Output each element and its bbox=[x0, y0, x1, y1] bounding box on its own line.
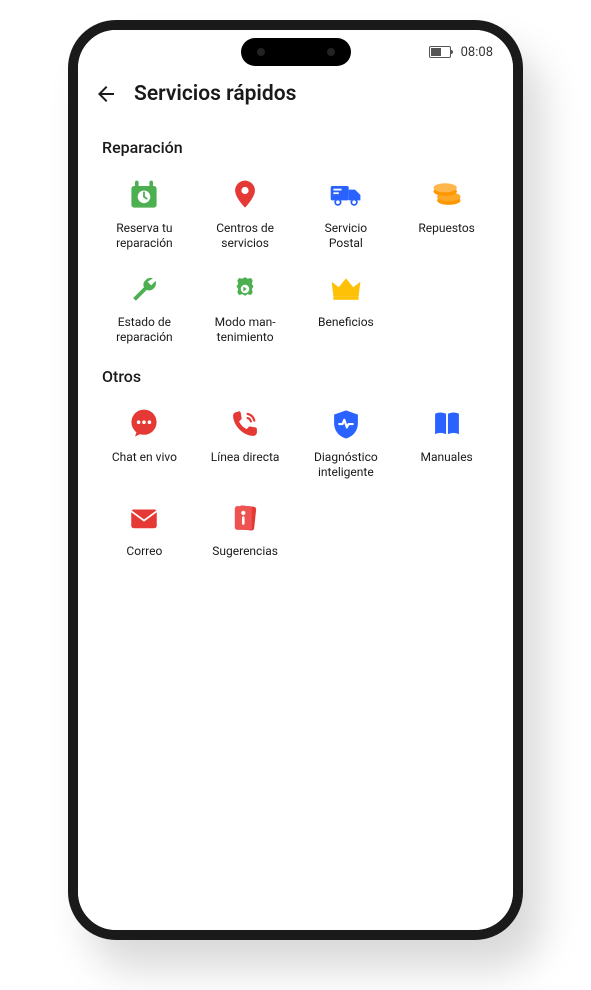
tile-label: Estado de reparación bbox=[116, 315, 173, 345]
tile-label: Manuales bbox=[421, 450, 473, 465]
tile-label: Modo man- tenimiento bbox=[215, 315, 276, 345]
truck-icon bbox=[326, 175, 366, 215]
service-centers-tile[interactable]: Centros de servicios bbox=[195, 175, 296, 251]
chat-bubble-icon bbox=[124, 404, 164, 444]
spare-parts-tile[interactable]: Repuestos bbox=[396, 175, 497, 251]
section-title-others: Otros bbox=[94, 353, 497, 404]
manuals-tile[interactable]: Manuales bbox=[396, 404, 497, 480]
location-pin-icon bbox=[225, 175, 265, 215]
tile-label: Correo bbox=[126, 544, 162, 559]
page-title: Servicios rápidos bbox=[134, 82, 296, 106]
coins-icon bbox=[427, 175, 467, 215]
tile-label: Reserva tu reparación bbox=[116, 221, 173, 251]
email-tile[interactable]: Correo bbox=[94, 498, 195, 559]
mail-icon bbox=[124, 498, 164, 538]
smart-diagnosis-tile[interactable]: Diagnóstico inteligente bbox=[296, 404, 397, 480]
gear-icon bbox=[225, 269, 265, 309]
battery-icon bbox=[429, 46, 453, 58]
header: Servicios rápidos bbox=[94, 76, 497, 124]
tile-label: Beneficios bbox=[318, 315, 374, 330]
section-title-repair: Reparación bbox=[94, 124, 497, 175]
back-button[interactable] bbox=[94, 82, 118, 106]
maintenance-mode-tile[interactable]: Modo man- tenimiento bbox=[195, 269, 296, 345]
repair-grid: Reserva tu reparación Centros de servici… bbox=[94, 175, 497, 353]
shield-pulse-icon bbox=[326, 404, 366, 444]
reserve-repair-tile[interactable]: Reserva tu reparación bbox=[94, 175, 195, 251]
statusbar-time: 08:08 bbox=[461, 45, 493, 60]
benefits-tile[interactable]: Beneficios bbox=[296, 269, 397, 345]
tile-label: Chat en vivo bbox=[112, 450, 177, 465]
tile-label: Línea directa bbox=[211, 450, 280, 465]
calendar-clock-icon bbox=[124, 175, 164, 215]
book-icon bbox=[427, 404, 467, 444]
tile-label: Repuestos bbox=[418, 221, 475, 236]
tile-label: Servicio Postal bbox=[325, 221, 367, 251]
live-chat-tile[interactable]: Chat en vivo bbox=[94, 404, 195, 480]
feedback-cards-icon bbox=[225, 498, 265, 538]
postal-service-tile[interactable]: Servicio Postal bbox=[296, 175, 397, 251]
suggestions-tile[interactable]: Sugerencias bbox=[195, 498, 296, 559]
tile-label: Centros de servicios bbox=[216, 221, 274, 251]
others-grid: Chat en vivo Línea directa bbox=[94, 404, 497, 567]
hotline-tile[interactable]: Línea directa bbox=[195, 404, 296, 480]
repair-status-tile[interactable]: Estado de reparación bbox=[94, 269, 195, 345]
phone-icon bbox=[225, 404, 265, 444]
crown-icon bbox=[326, 269, 366, 309]
tile-label: Diagnóstico inteligente bbox=[314, 450, 378, 480]
wrench-icon bbox=[124, 269, 164, 309]
tile-label: Sugerencias bbox=[212, 544, 278, 559]
